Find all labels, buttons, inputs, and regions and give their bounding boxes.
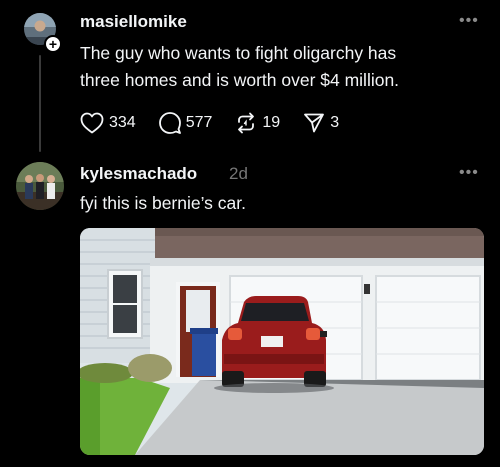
post-kylesmachado: kylesmachado 2d ••• fyi this is bernie’s… — [0, 0, 500, 467]
post-image[interactable] — [80, 228, 484, 455]
more-options-icon[interactable]: ••• — [459, 164, 479, 182]
username[interactable]: kylesmachado — [80, 164, 197, 184]
house-car-photo — [80, 228, 484, 455]
avatar[interactable] — [16, 162, 64, 210]
timestamp: 2d — [229, 164, 248, 183]
post-text: fyi this is bernie’s car. — [80, 193, 246, 213]
